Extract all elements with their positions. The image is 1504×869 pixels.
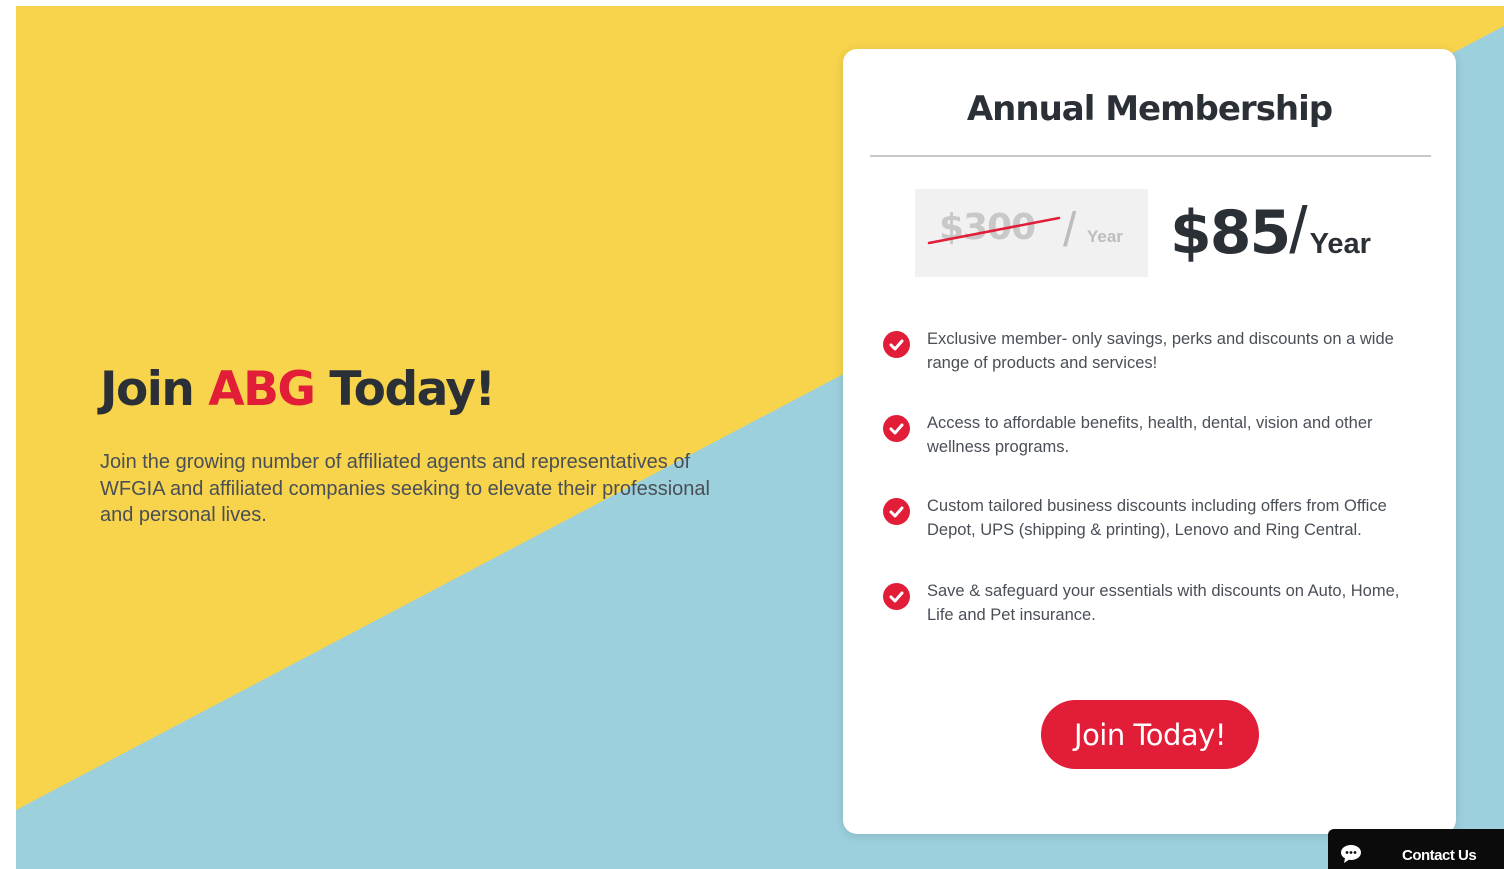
hero-description: Join the growing number of affiliated ag… bbox=[100, 451, 710, 526]
feature-list: Exclusive member- only savings, perks an… bbox=[883, 328, 1423, 627]
membership-card: Annual Membership $300 / Year $85/Year E… bbox=[843, 49, 1456, 834]
check-circle-icon bbox=[883, 415, 910, 442]
contact-us-widget[interactable]: Contact Us bbox=[1328, 829, 1504, 869]
old-price: $300 / Year bbox=[915, 189, 1148, 277]
old-price-slash: / bbox=[1063, 204, 1077, 257]
contact-us-label: Contact Us bbox=[1402, 847, 1477, 864]
card-divider bbox=[870, 155, 1431, 157]
feature-item: Save & safeguard your essentials with di… bbox=[883, 580, 1423, 627]
feature-item: Access to affordable benefits, health, d… bbox=[883, 412, 1423, 459]
chat-bubble-icon bbox=[1341, 845, 1361, 863]
old-price-period: Year bbox=[1087, 227, 1123, 246]
feature-item: Exclusive member- only savings, perks an… bbox=[883, 328, 1423, 375]
strikethrough-line bbox=[927, 216, 1061, 245]
page-title: Join ABG Today! bbox=[100, 362, 496, 417]
card-title: Annual Membership bbox=[966, 89, 1333, 129]
title-brand: ABG bbox=[208, 362, 316, 417]
new-price-slash: / bbox=[1289, 193, 1308, 267]
check-circle-icon bbox=[883, 331, 910, 358]
check-circle-icon bbox=[883, 498, 910, 525]
feature-text: Access to affordable benefits, health, d… bbox=[927, 414, 1373, 456]
new-price: $85/Year bbox=[1170, 192, 1371, 268]
new-price-amount: $85 bbox=[1170, 198, 1291, 268]
feature-text: Save & safeguard your essentials with di… bbox=[927, 582, 1400, 624]
feature-text: Custom tailored business discounts inclu… bbox=[927, 497, 1387, 539]
new-price-period: Year bbox=[1309, 228, 1371, 260]
feature-item: Custom tailored business discounts inclu… bbox=[883, 495, 1423, 542]
title-suffix: Today! bbox=[314, 362, 496, 417]
feature-text: Exclusive member- only savings, perks an… bbox=[927, 330, 1394, 372]
hero-section: Join ABG Today! Join the growing number … bbox=[16, 6, 1504, 869]
title-prefix: Join bbox=[100, 362, 209, 417]
join-today-button[interactable]: Join Today! bbox=[1041, 700, 1259, 769]
check-circle-icon bbox=[883, 583, 910, 610]
